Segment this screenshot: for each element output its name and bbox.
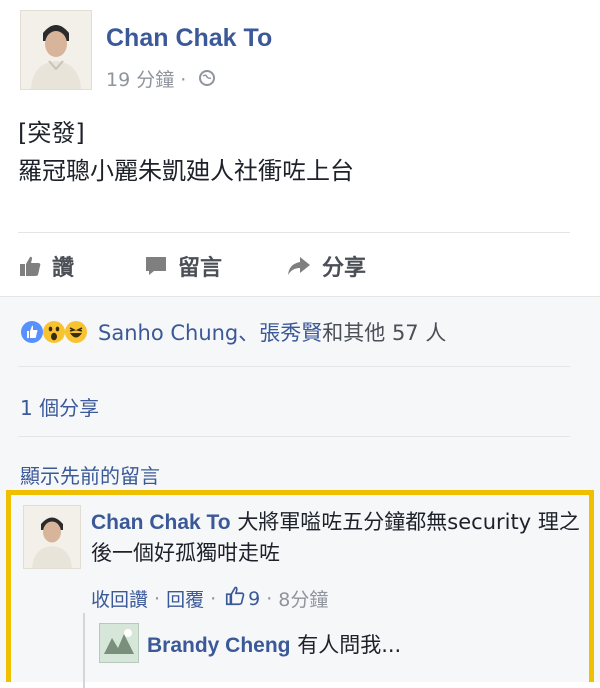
shares-count[interactable]: 1 個分享 bbox=[20, 392, 99, 421]
post-meta: 19 分鐘 · bbox=[106, 65, 216, 92]
reaction-names[interactable]: Sanho Chung、張秀賢 bbox=[98, 321, 322, 345]
share-label: 分享 bbox=[322, 256, 367, 281]
separator: · bbox=[210, 587, 217, 610]
author-name[interactable]: Chan Chak To bbox=[106, 24, 272, 53]
thumbs-up-icon bbox=[20, 256, 41, 276]
share-button[interactable]: 分享 bbox=[286, 246, 366, 286]
like-reaction-icon bbox=[21, 321, 43, 343]
divider bbox=[18, 436, 570, 437]
comment-like-count[interactable]: 9 bbox=[248, 588, 260, 610]
separator: · bbox=[154, 587, 161, 610]
reaction-text: Sanho Chung、張秀賢和其他 57 人 bbox=[98, 317, 446, 347]
meta-separator: · bbox=[180, 69, 187, 91]
separator: · bbox=[266, 587, 273, 610]
divider bbox=[18, 366, 570, 367]
reply-text: 有人問我... bbox=[297, 633, 402, 657]
thumbs-up-outline-icon[interactable] bbox=[224, 585, 246, 612]
reply-author-avatar[interactable] bbox=[99, 623, 139, 663]
author-avatar[interactable] bbox=[20, 10, 92, 90]
share-arrow-icon bbox=[288, 257, 310, 275]
divider bbox=[18, 232, 570, 233]
reactions-summary[interactable]: Sanho Chung、張秀賢和其他 57 人 bbox=[20, 314, 446, 350]
comment-button[interactable]: 留言 bbox=[144, 246, 222, 286]
view-previous-comments-link[interactable]: 顯示先前的留言 bbox=[20, 460, 160, 489]
reply-link[interactable]: 回覆 bbox=[166, 585, 204, 612]
post-actions: 讚 留言 分享 bbox=[18, 246, 570, 286]
globe-icon bbox=[198, 69, 216, 92]
comment-icon bbox=[146, 257, 166, 275]
reply-thread-line bbox=[83, 613, 85, 688]
post-body: [突發] 羅冠聰小麗朱凱廸人社衝咗上台 bbox=[18, 114, 354, 190]
highlighted-comment: Chan Chak To 大將軍嗌咗五分鐘都無security 理之後一個好孤獨… bbox=[6, 490, 594, 688]
reply-row: Brandy Cheng 有人問我... bbox=[147, 629, 401, 659]
post-text-line-2: 羅冠聰小麗朱凱廸人社衝咗上台 bbox=[18, 157, 354, 185]
unlike-link[interactable]: 收回讚 bbox=[91, 585, 148, 612]
reaction-others[interactable]: 和其他 57 人 bbox=[322, 321, 446, 345]
haha-reaction-icon bbox=[65, 321, 87, 343]
like-button[interactable]: 讚 bbox=[18, 246, 74, 286]
comment-label: 留言 bbox=[178, 256, 223, 281]
facebook-post: Chan Chak To 19 分鐘 · [突發] 羅冠聰小麗朱凱廸人社衝咗上台… bbox=[0, 0, 600, 688]
comment-time[interactable]: 8分鐘 bbox=[278, 585, 328, 612]
post-time[interactable]: 19 分鐘 bbox=[106, 69, 174, 91]
comment-body: Chan Chak To 大將軍嗌咗五分鐘都無security 理之後一個好孤獨… bbox=[91, 507, 591, 569]
reply-author-name[interactable]: Brandy Cheng bbox=[147, 634, 291, 657]
post-text-line-1: [突發] bbox=[18, 119, 85, 147]
comment-author-avatar[interactable] bbox=[23, 505, 81, 569]
comment-author-name[interactable]: Chan Chak To bbox=[91, 511, 231, 534]
wow-reaction-icon bbox=[43, 321, 65, 343]
like-label: 讚 bbox=[52, 256, 75, 281]
comment-actions: 收回讚 · 回覆 · 9 · 8分鐘 bbox=[91, 585, 328, 612]
divider bbox=[0, 296, 600, 297]
